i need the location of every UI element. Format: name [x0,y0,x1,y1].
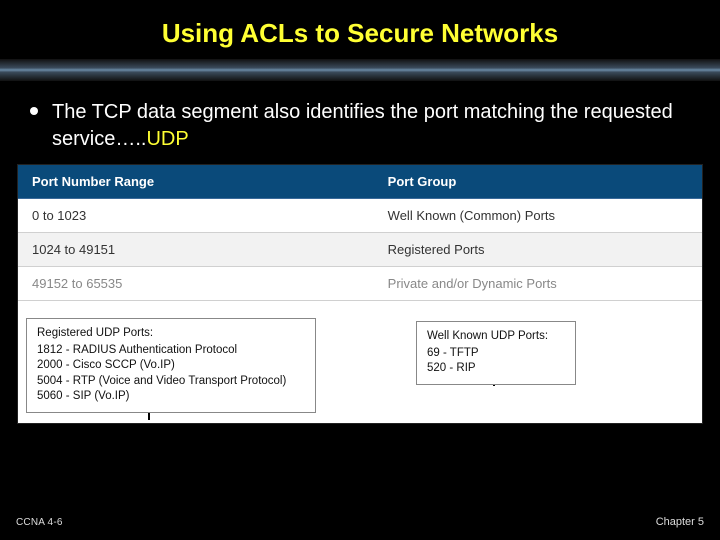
callout-line: 69 - TFTP [427,346,565,362]
footer-right: Chapter 5 [656,516,704,528]
bullet-dot-icon [30,107,38,115]
callout-heading: Registered UDP Ports: [37,326,305,342]
callout-line: 5004 - RTP (Voice and Video Transport Pr… [37,374,305,390]
table-row: 1024 to 49151 Registered Ports [18,233,702,267]
callout-line: 5060 - SIP (Vo.IP) [37,389,305,405]
slide-title: Using ACLs to Secure Networks [0,0,720,59]
cell-range: 0 to 1023 [18,199,374,233]
callout-line: 2000 - Cisco SCCP (Vo.IP) [37,358,305,374]
table-header-group: Port Group [374,165,702,199]
callout-line: 1812 - RADIUS Authentication Protocol [37,343,305,359]
callout-wellknown-udp: Well Known UDP Ports: 69 - TFTP 520 - RI… [416,321,576,385]
cell-group: Well Known (Common) Ports [374,199,702,233]
callout-heading: Well Known UDP Ports: [427,329,565,345]
table-row: 0 to 1023 Well Known (Common) Ports [18,199,702,233]
ports-figure: Port Number Range Port Group 0 to 1023 W… [18,165,702,423]
callout-line: 520 - RIP [427,361,565,377]
footer-left: CCNA 4-6 [16,517,63,528]
cell-range: 1024 to 49151 [18,233,374,267]
callout-registered-udp: Registered UDP Ports: 1812 - RADIUS Auth… [26,318,316,413]
title-divider [0,59,720,81]
bullet-item: The TCP data segment also identifies the… [0,99,720,165]
bullet-udp-text: UDP [146,128,188,150]
callouts-area: Registered UDP Ports: 1812 - RADIUS Auth… [18,293,702,423]
ports-table: Port Number Range Port Group 0 to 1023 W… [18,165,702,301]
cell-group: Registered Ports [374,233,702,267]
table-header-range: Port Number Range [18,165,374,199]
